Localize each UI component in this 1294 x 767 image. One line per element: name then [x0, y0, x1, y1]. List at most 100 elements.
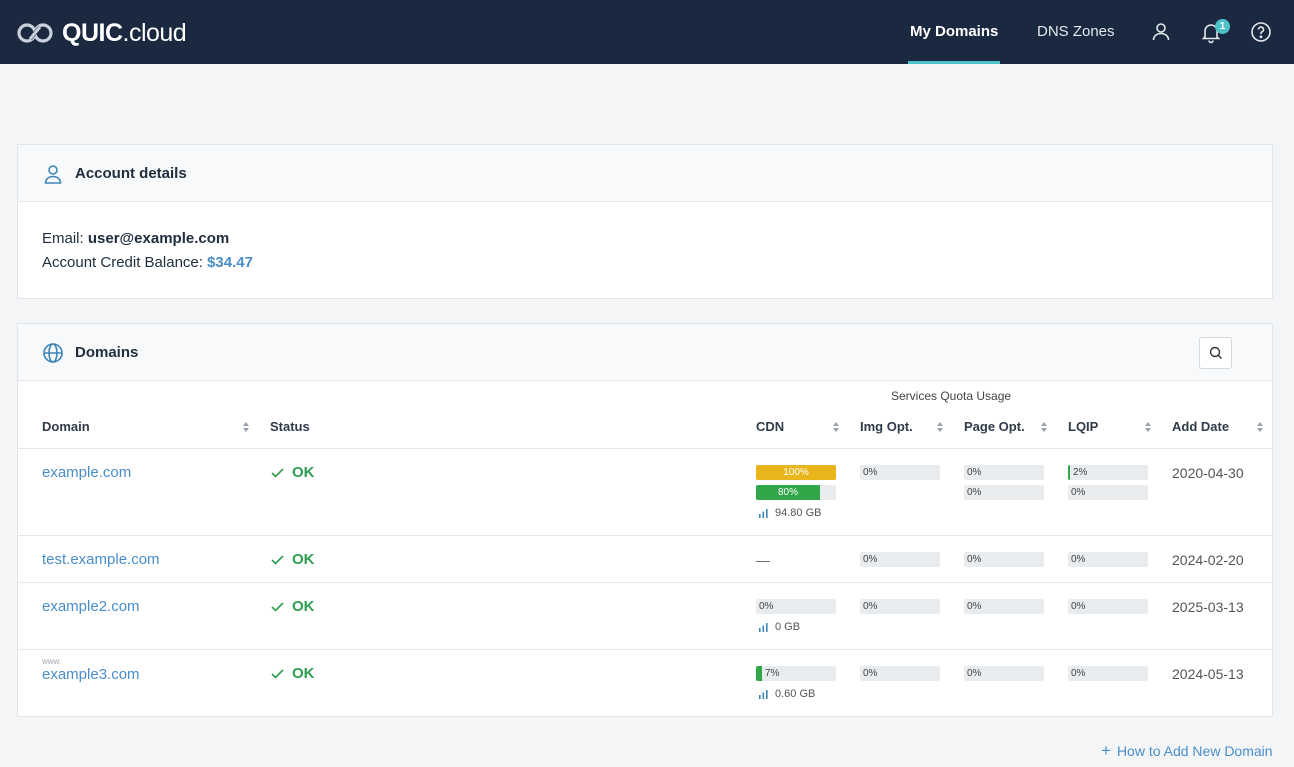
nav-my-domains[interactable]: My Domains	[910, 0, 998, 64]
services-quota-usage-label: Services Quota Usage	[891, 389, 1012, 403]
sort-icon[interactable]	[1040, 421, 1048, 433]
column-header-cdn[interactable]: CDN	[756, 419, 784, 434]
sort-icon[interactable]	[1256, 421, 1264, 433]
lqip-quota-bar: 0%	[1068, 485, 1148, 500]
cdn-quota-bar: 80%	[756, 485, 836, 500]
status-label: OK	[292, 598, 315, 615]
cdn-usage-value: 94.80 GB	[775, 507, 822, 519]
quic-cloud-logo[interactable]: QUIC.cloud	[16, 18, 187, 48]
page-opt-quota-bar: 0%	[964, 599, 1044, 614]
check-icon	[271, 467, 284, 478]
status-label: OK	[292, 665, 315, 682]
column-header-add-date[interactable]: Add Date	[1172, 419, 1229, 434]
active-tab-indicator	[908, 61, 1000, 64]
sort-icon[interactable]	[1144, 421, 1152, 433]
column-header-domain[interactable]: Domain	[42, 419, 90, 434]
status-label: OK	[292, 464, 315, 481]
help-icon[interactable]	[1249, 20, 1273, 44]
add-date: 2025-03-13	[1172, 599, 1244, 615]
domains-card: Domains Services Quota Usage Domain Stat…	[17, 323, 1273, 717]
check-icon	[271, 668, 284, 679]
add-date: 2024-02-20	[1172, 552, 1244, 568]
account-email: Email: user@example.com	[42, 230, 229, 247]
img-opt-quota-bar: 0%	[860, 552, 940, 567]
domain-link[interactable]: test.example.com	[42, 551, 160, 568]
account-details-card: Account details Email: user@example.com …	[17, 144, 1273, 299]
status-ok: OK	[271, 665, 315, 682]
lqip-quota-bar: 2%	[1068, 465, 1148, 480]
column-header-lqip[interactable]: LQIP	[1068, 419, 1098, 434]
account-credit: Account Credit Balance: $34.47	[42, 254, 253, 271]
status-ok: OK	[271, 464, 315, 481]
domain-link[interactable]: example.com	[42, 464, 131, 481]
bar-label: 0%	[863, 668, 878, 679]
www-prefix: www.	[42, 657, 62, 666]
plus-icon: +	[1101, 741, 1111, 760]
cdn-usage: 0.60 GB	[758, 688, 815, 700]
cdn-empty: —	[756, 552, 770, 568]
domain-link[interactable]: example3.com	[42, 666, 140, 683]
user-icon[interactable]	[1149, 20, 1173, 44]
cdn-usage: 94.80 GB	[758, 507, 821, 519]
lqip-quota-bar: 0%	[1068, 666, 1148, 681]
bar-label: 0%	[967, 467, 982, 478]
account-details-title: Account details	[75, 165, 187, 182]
nav-dns-zones[interactable]: DNS Zones	[1037, 0, 1115, 64]
bar-label: 0%	[967, 668, 982, 679]
column-header-page-opt[interactable]: Page Opt.	[964, 419, 1025, 434]
bar-label: 0%	[1071, 668, 1086, 679]
row-divider	[18, 582, 1272, 583]
bar-label: 0%	[1071, 487, 1086, 498]
bar-label: 0%	[759, 601, 774, 612]
bar-label: 80%	[777, 487, 798, 498]
top-navigation-bar: QUIC.cloud My Domains DNS Zones 1	[0, 0, 1294, 64]
status-label: OK	[292, 551, 315, 568]
domain-link[interactable]: example2.com	[42, 598, 140, 615]
add-new-domain-link[interactable]: + How to Add New Domain	[1101, 742, 1273, 759]
column-header-img-opt[interactable]: Img Opt.	[860, 419, 913, 434]
email-label: Email:	[42, 230, 84, 247]
bar-chart-icon	[759, 508, 768, 518]
row-divider	[18, 649, 1272, 650]
sort-icon[interactable]	[936, 421, 944, 433]
bar-chart-icon	[759, 689, 768, 699]
page-opt-quota-bar: 0%	[964, 465, 1044, 480]
credit-balance-value[interactable]: $34.47	[207, 254, 253, 271]
bar-label: 0%	[1071, 601, 1086, 612]
table-header-divider	[18, 448, 1272, 449]
cdn-quota-bar: 0%	[756, 599, 836, 614]
bar-fill	[1068, 465, 1070, 480]
bar-label: 0%	[1071, 554, 1086, 565]
check-icon	[271, 601, 284, 612]
bar-label: 100%	[783, 467, 809, 478]
add-date: 2024-05-13	[1172, 666, 1244, 682]
bar-label: 0%	[863, 467, 878, 478]
bar-chart-icon	[759, 622, 768, 632]
bar-label: 0%	[967, 601, 982, 612]
row-divider	[18, 535, 1272, 536]
lqip-quota-bar: 0%	[1068, 599, 1148, 614]
quic-cloud-logo-icon	[17, 23, 53, 43]
search-icon	[1209, 346, 1222, 359]
lqip-quota-bar: 0%	[1068, 552, 1148, 567]
sort-icon[interactable]	[242, 421, 250, 433]
bar-label: 0%	[967, 487, 982, 498]
img-opt-quota-bar: 0%	[860, 599, 940, 614]
search-button[interactable]	[1199, 337, 1232, 369]
sort-icon[interactable]	[832, 421, 840, 433]
credit-label: Account Credit Balance:	[42, 254, 203, 271]
cdn-quota-bar: 7%	[756, 666, 836, 681]
cdn-quota-bar: 100%	[756, 465, 836, 480]
notification-count-badge: 1	[1215, 19, 1230, 34]
globe-icon	[43, 343, 63, 363]
bar-label: 0%	[863, 554, 878, 565]
bar-label: 7%	[765, 668, 780, 679]
img-opt-quota-bar: 0%	[860, 666, 940, 681]
account-details-header: Account details	[18, 145, 1272, 202]
page-opt-quota-bar: 0%	[964, 552, 1044, 567]
add-date: 2020-04-30	[1172, 465, 1244, 481]
bar-label: 0%	[863, 601, 878, 612]
status-ok: OK	[271, 598, 315, 615]
bar-fill	[756, 666, 762, 681]
page-opt-quota-bar: 0%	[964, 485, 1044, 500]
